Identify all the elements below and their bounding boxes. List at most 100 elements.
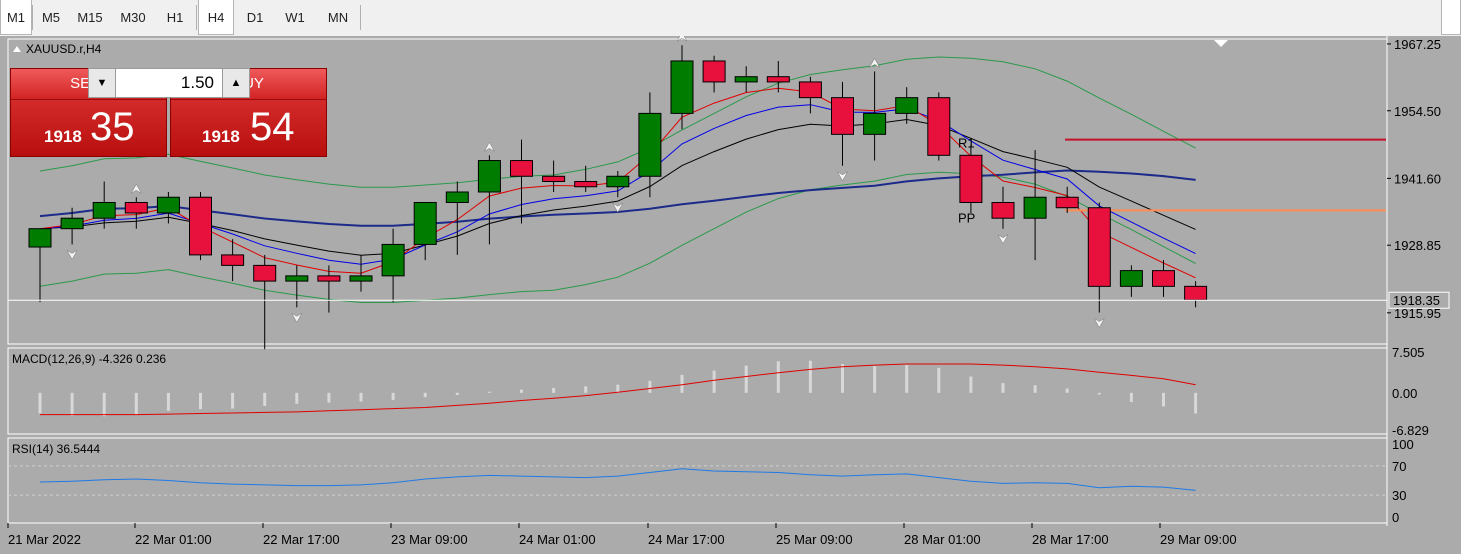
fractal-down-icon	[291, 312, 303, 323]
time-label: 23 Mar 09:00	[391, 532, 468, 547]
time-label: 21 Mar 2022	[8, 532, 81, 547]
candle-body	[253, 264, 277, 282]
collapse-triangle-icon	[13, 46, 21, 52]
time-label: 29 Mar 09:00	[1160, 532, 1237, 547]
candle-body	[1055, 196, 1079, 209]
timeframe-w1[interactable]: W1	[278, 0, 312, 35]
time-label: 25 Mar 09:00	[776, 532, 853, 547]
symbol-label: XAUUSD.r,H4	[26, 42, 102, 56]
pane-border-2	[7, 437, 1388, 524]
candle-body	[1184, 285, 1208, 301]
toolbar-separator	[196, 5, 197, 30]
fractal-down-icon	[66, 249, 78, 260]
time-label: 22 Mar 17:00	[263, 532, 340, 547]
candle-body	[189, 196, 212, 256]
time-label: 24 Mar 17:00	[648, 532, 725, 547]
fractal-down-icon	[836, 171, 849, 182]
price-tick-label: 1967.25	[1394, 37, 1441, 52]
one-click-trading-panel: SELL 1918 35 BUY 1918 54 ▼ 1.50 ▲	[10, 68, 328, 158]
candle-body	[670, 60, 694, 114]
rsi-tick-label: 0	[1392, 510, 1399, 525]
rsi-tick-label: 100	[1392, 437, 1414, 452]
timeframe-m30[interactable]: M30	[113, 0, 153, 35]
candle-body	[542, 175, 566, 183]
candle-body	[638, 112, 662, 177]
candle-body	[1023, 196, 1047, 219]
timeframe-mn[interactable]: MN	[318, 0, 358, 35]
candle-body	[574, 181, 598, 188]
candle-body	[606, 175, 630, 188]
candle-body	[28, 228, 52, 248]
rsi-label: RSI(14) 36.5444	[12, 442, 100, 456]
rsi-tick-label: 70	[1392, 459, 1406, 474]
fractal-up-icon	[483, 141, 496, 153]
price-tick-label: 1941.60	[1394, 171, 1441, 186]
candle-body	[959, 154, 983, 203]
candle-body	[92, 201, 116, 219]
macd-tick-label: -6.829	[1392, 423, 1429, 438]
toolbar-separator	[360, 5, 361, 30]
candle-body	[381, 243, 405, 277]
price-tick-label: 1954.50	[1394, 104, 1441, 119]
candle-body	[477, 160, 501, 193]
fractal-up-icon	[130, 183, 142, 194]
chart-shift-marker-icon	[1214, 40, 1228, 47]
candle-body	[927, 97, 951, 156]
candle-body	[895, 97, 919, 114]
candle-body	[766, 76, 790, 83]
macd-tick-label: 7.505	[1392, 345, 1425, 360]
candle-body	[445, 191, 469, 203]
lot-size-stepper[interactable]: ▼ 1.50 ▲	[88, 68, 250, 98]
time-label: 22 Mar 01:00	[135, 532, 212, 547]
rsi-line	[39, 468, 1196, 491]
candle-body	[317, 275, 341, 282]
candle-body	[124, 201, 148, 214]
timeframe-toolbar: M1 M5 M15 M30 H1 H4 D1 W1 MN	[0, 0, 1461, 37]
timeframe-h4[interactable]: H4	[198, 0, 234, 35]
time-label: 28 Mar 01:00	[904, 532, 981, 547]
pivot-pp-label: PP	[958, 210, 975, 225]
time-label: 28 Mar 17:00	[1032, 532, 1109, 547]
triangle-up-icon[interactable]: ▲	[222, 69, 249, 97]
macd-tick-label: 0.00	[1392, 386, 1417, 401]
candle-body	[734, 76, 758, 83]
timeframe-m1[interactable]: M1	[0, 0, 32, 35]
fractal-down-icon	[1093, 317, 1105, 329]
timeframe-m15[interactable]: M15	[71, 0, 109, 35]
pivot-r1-label: R1	[958, 136, 975, 151]
candle-body	[221, 254, 245, 266]
time-label: 24 Mar 01:00	[519, 532, 596, 547]
toolbar-separator	[32, 5, 33, 30]
candle-body	[863, 112, 887, 135]
sell-price-big: 35	[90, 105, 135, 149]
candle-body	[798, 81, 822, 99]
sell-price-small: 1918	[44, 127, 82, 146]
buy-price-small: 1918	[202, 127, 240, 146]
candle-body	[991, 201, 1015, 219]
candle-body	[1119, 270, 1143, 287]
candle-body	[156, 196, 180, 214]
macd-label: MACD(12,26,9) -4.326 0.236	[12, 352, 166, 366]
timeframe-m5[interactable]: M5	[34, 0, 68, 35]
candle-body	[285, 275, 309, 282]
candle-body	[1087, 207, 1111, 287]
candle-body	[349, 275, 373, 282]
candle-body	[60, 217, 84, 230]
toolbar-end-cap	[1441, 0, 1461, 35]
candle-body	[413, 201, 437, 245]
pane-border-1	[7, 347, 1388, 435]
chart-area[interactable]: R1 PP 1918.35 1967.25 1954.50 1941.60 1928.85 1…	[0, 36, 1461, 554]
rsi-tick-label: 30	[1392, 488, 1406, 503]
candle-body	[510, 160, 533, 177]
triangle-down-icon[interactable]: ▼	[89, 69, 116, 97]
price-tick-label: 1928.85	[1394, 238, 1441, 253]
timeframe-d1[interactable]: D1	[238, 0, 272, 35]
timeframe-h1[interactable]: H1	[158, 0, 192, 35]
lot-size-input[interactable]: 1.50	[116, 69, 222, 97]
candle-body	[1152, 270, 1175, 287]
candle-body	[831, 97, 854, 135]
price-tick-label: 1915.95	[1394, 306, 1441, 321]
buy-price-big: 54	[250, 105, 295, 149]
candle-body	[702, 60, 726, 83]
fractal-down-icon	[997, 233, 1009, 245]
